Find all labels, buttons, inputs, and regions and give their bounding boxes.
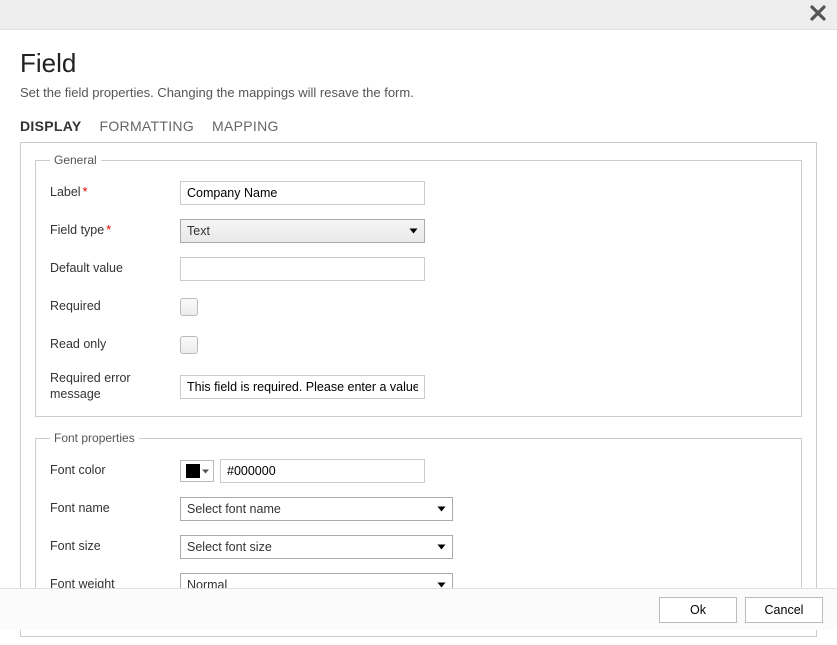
chevron-down-icon (437, 543, 446, 552)
required-checkbox[interactable] (180, 298, 198, 316)
dialog-titlebar (0, 0, 837, 30)
label-label-text: Label (50, 185, 81, 199)
font-size-select[interactable]: Select font size (180, 535, 453, 559)
row-field-type: Field type* Text (50, 219, 787, 243)
group-font-properties: Font properties Font color Font name (35, 431, 802, 612)
tab-formatting[interactable]: FORMATTING (100, 118, 195, 138)
dialog-content: Field Set the field properties. Changing… (0, 30, 837, 645)
tab-panel: General Label* Field type* Text (20, 142, 817, 637)
field-type-label: Field type* (50, 223, 180, 239)
row-label: Label* (50, 181, 787, 205)
cancel-button[interactable]: Cancel (745, 597, 823, 623)
page-subtitle: Set the field properties. Changing the m… (20, 85, 817, 100)
label-input[interactable] (180, 181, 425, 205)
read-only-checkbox[interactable] (180, 336, 198, 354)
row-font-name: Font name Select font name (50, 497, 787, 521)
field-type-label-text: Field type (50, 223, 104, 237)
chevron-down-icon (437, 505, 446, 514)
chevron-down-icon (202, 468, 209, 475)
field-type-select[interactable]: Text (180, 219, 425, 243)
chevron-down-icon (409, 227, 418, 236)
group-font-legend: Font properties (50, 431, 139, 445)
color-swatch (186, 464, 200, 478)
tab-mapping[interactable]: MAPPING (212, 118, 279, 138)
row-font-color: Font color (50, 459, 787, 483)
dialog-footer: Ok Cancel (0, 588, 837, 630)
group-general: General Label* Field type* Text (35, 153, 802, 417)
font-size-label: Font size (50, 539, 180, 555)
required-label: Required (50, 299, 180, 315)
close-icon (809, 4, 827, 22)
row-font-size: Font size Select font size (50, 535, 787, 559)
group-general-legend: General (50, 153, 101, 167)
row-default-value: Default value (50, 257, 787, 281)
font-name-label: Font name (50, 501, 180, 517)
font-name-select[interactable]: Select font name (180, 497, 453, 521)
read-only-label: Read only (50, 337, 180, 353)
required-asterisk: * (106, 223, 111, 237)
field-type-value: Text (187, 224, 210, 238)
row-required: Required (50, 295, 787, 319)
label-label: Label* (50, 185, 180, 201)
ok-button[interactable]: Ok (659, 597, 737, 623)
font-color-input[interactable] (220, 459, 425, 483)
page-title: Field (20, 48, 817, 79)
font-size-value: Select font size (187, 540, 272, 554)
tab-display[interactable]: DISPLAY (20, 118, 82, 138)
tab-bar: DISPLAY FORMATTING MAPPING (20, 118, 817, 138)
font-color-picker[interactable] (180, 460, 214, 482)
row-required-error: Required error message (50, 371, 787, 402)
default-value-input[interactable] (180, 257, 425, 281)
required-asterisk: * (83, 185, 88, 199)
font-name-value: Select font name (187, 502, 281, 516)
required-error-label: Required error message (50, 371, 180, 402)
font-color-label: Font color (50, 463, 180, 479)
close-button[interactable] (805, 2, 831, 24)
row-read-only: Read only (50, 333, 787, 357)
required-error-input[interactable] (180, 375, 425, 399)
default-value-label: Default value (50, 261, 180, 277)
